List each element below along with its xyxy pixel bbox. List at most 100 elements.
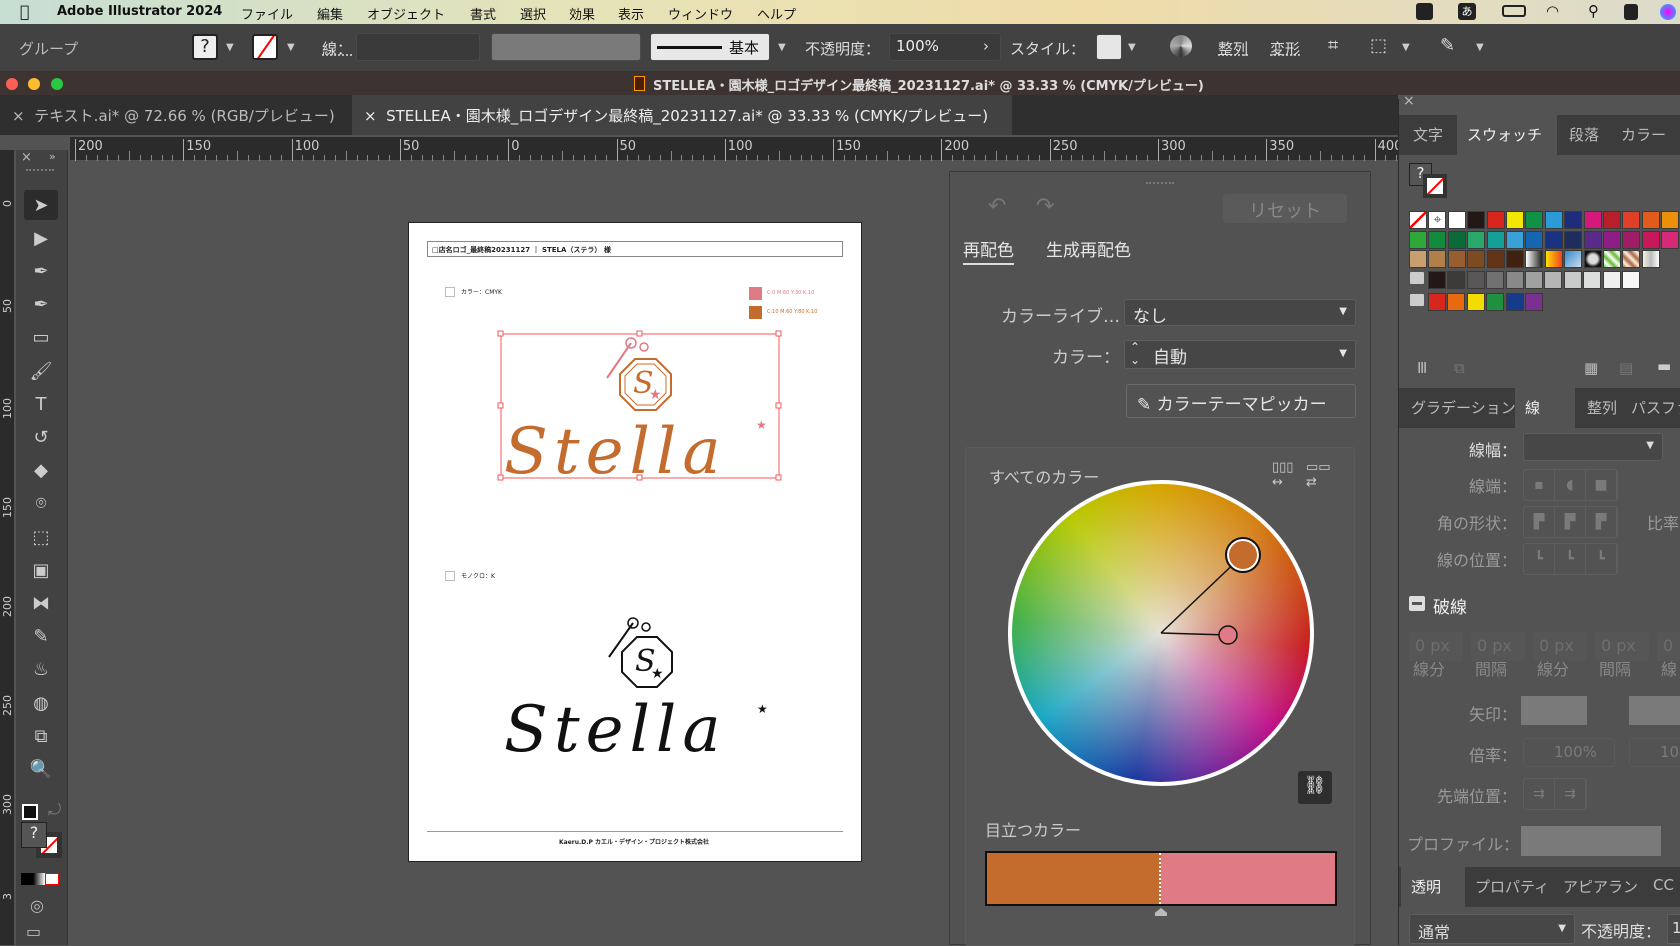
swatch-e25a1c[interactable] — [1641, 211, 1660, 229]
color-mode-buttons[interactable] — [21, 873, 59, 885]
swatch-2ea83a[interactable] — [1409, 230, 1427, 249]
swatch-e86a10[interactable] — [1447, 293, 1466, 311]
swatch-3aa0d8[interactable] — [1506, 230, 1524, 249]
swatch-9fa0a0[interactable] — [1525, 271, 1543, 289]
swatch-2a9bd8[interactable] — [1544, 211, 1563, 229]
vertical-ruler[interactable]: 0 50 100 150 200 250 300 3 — [0, 150, 14, 945]
mono-logo[interactable]: S ★ Stella ★ — [504, 617, 768, 767]
end-arrowhead-select[interactable] — [1629, 696, 1680, 725]
recolor-artwork-icon[interactable] — [1170, 35, 1192, 57]
show-swatch-kinds-icon[interactable]: ▦ — [1584, 359, 1598, 377]
app-menu[interactable]: Adobe Illustrator 2024 — [57, 4, 222, 19]
close-tab-icon[interactable]: × — [364, 107, 377, 125]
stroke-swatch[interactable] — [252, 34, 278, 60]
eyedropper-tool[interactable]: ✎ — [24, 622, 58, 652]
stroke-swatch-indicator[interactable] — [1423, 174, 1447, 198]
type-tool[interactable]: T — [24, 389, 58, 419]
siri-icon[interactable] — [1660, 4, 1676, 20]
curvature-tool[interactable]: ✒ — [24, 290, 58, 320]
zoom-tool[interactable]: 🔍 — [24, 754, 58, 784]
pink-color-handle[interactable] — [1218, 625, 1238, 645]
battery-icon[interactable] — [1502, 5, 1526, 17]
drawing-mode-icon[interactable]: ◎ — [30, 896, 44, 915]
swatch-options-icon[interactable]: ▤ — [1619, 359, 1633, 377]
swatch-119146[interactable] — [1525, 211, 1544, 229]
swatch-898989[interactable] — [1505, 271, 1524, 289]
stroke-weight-input[interactable]: ▼ — [1523, 433, 1663, 461]
swatch-b08048[interactable] — [1428, 250, 1447, 269]
artboard-tool[interactable]: ⧉ — [24, 721, 58, 751]
swatch-0a6a38[interactable] — [1447, 230, 1466, 249]
transparency-opacity-input[interactable]: 10 — [1667, 914, 1680, 944]
swatch-e04028[interactable] — [1622, 211, 1641, 229]
swatch-gradient-cream[interactable] — [1641, 250, 1660, 269]
gradient-tool[interactable]: ▣ — [24, 555, 58, 585]
tab-stroke[interactable]: 線 — [1515, 388, 1575, 428]
link-harmony-colors-icon[interactable]: ⛓ — [1298, 771, 1332, 804]
menu-edit[interactable]: 編集 — [317, 4, 343, 23]
swatch-pattern-blue[interactable] — [1564, 250, 1583, 269]
select-similar-icon[interactable]: ⬚ — [1370, 35, 1387, 56]
control-center-icon[interactable] — [1624, 4, 1638, 20]
edit-toolbar-icon[interactable]: ✎ — [1440, 35, 1455, 56]
eraser-tool[interactable]: ◆ — [24, 456, 58, 486]
align-button[interactable]: 整列 — [1218, 38, 1248, 59]
screen-mode-icon[interactable]: ▭ — [26, 922, 41, 941]
swatch-c8a070[interactable] — [1409, 250, 1427, 269]
chevron-down-icon[interactable]: ▼ — [1476, 42, 1484, 53]
chevron-down-icon[interactable]: ▼ — [1646, 440, 1654, 451]
swatch-b91f2b[interactable] — [1603, 211, 1621, 229]
horizontal-ruler[interactable]: 200 150 100 50 0 50 100 150 200 250 300 350 400 — [70, 137, 1474, 161]
swatch-1d2c7c[interactable] — [1564, 211, 1583, 229]
close-panel-icon[interactable]: × — [21, 150, 32, 165]
profile-select[interactable] — [1521, 826, 1661, 856]
chevron-down-icon[interactable]: ▼ — [1402, 42, 1410, 53]
graphic-style-swatch[interactable] — [1096, 34, 1122, 60]
swatch-1e9040[interactable] — [1486, 293, 1505, 311]
swatch-1466b0[interactable] — [1525, 230, 1544, 249]
orange-color-handle[interactable] — [1227, 539, 1259, 571]
expand-panel-icon[interactable]: » — [49, 150, 56, 163]
tab-text-document[interactable]: × テキスト.ai* @ 72.66 % (RGB/プレビュー) — [0, 95, 352, 135]
tab-stellea-document[interactable]: × STELLEA・園木様_ロゴデザイン最終稿_20231127.ai* @ 3… — [352, 95, 1012, 135]
swatch-pattern-green[interactable] — [1603, 250, 1621, 269]
menu-effect[interactable]: 効果 — [569, 4, 595, 23]
start-scale-input[interactable]: 100% — [1523, 738, 1615, 767]
minimize-window-button[interactable] — [28, 78, 40, 90]
swatch-registration[interactable]: ⌖ — [1428, 211, 1447, 229]
menu-help[interactable]: ヘルプ — [757, 4, 796, 23]
swatch-gradient-bw[interactable] — [1525, 250, 1544, 269]
puppet-warp-tool[interactable]: ⌾ — [24, 489, 58, 519]
zoom-window-button[interactable] — [51, 78, 63, 90]
swatch-f5e800[interactable] — [1506, 211, 1524, 229]
swatch-231815[interactable] — [1467, 211, 1486, 229]
swatch-libraries-icon[interactable]: Ⅲ — [1417, 359, 1427, 377]
tab-character[interactable]: 文字 — [1403, 115, 1453, 155]
chevron-right-icon[interactable]: › — [983, 37, 989, 55]
cap-buttons[interactable]: ▪ ◖ ■ — [1523, 469, 1618, 501]
swatch-985e30[interactable] — [1447, 250, 1466, 269]
corner-buttons[interactable]: ▛ ▛ ▛ — [1523, 506, 1618, 538]
swatch-f5dc00[interactable] — [1466, 293, 1485, 311]
swatch-f7f7f7[interactable] — [1622, 271, 1640, 289]
swatch-14a096[interactable] — [1486, 230, 1505, 249]
swatch-128c3c[interactable] — [1428, 230, 1447, 249]
align-stroke-buttons[interactable]: ┗ ┗ ┗ — [1523, 543, 1618, 575]
brush-definition-select[interactable]: 基本 — [650, 33, 770, 61]
spotlight-icon[interactable]: ⚲ — [1588, 2, 1599, 20]
swatch-7a3090[interactable] — [1525, 293, 1543, 311]
swatch-pattern-brown[interactable] — [1622, 250, 1641, 269]
swap-fill-stroke-icon[interactable]: ⤾ — [48, 800, 61, 820]
tab-pathfinder[interactable]: パスファ — [1621, 388, 1680, 428]
arrow-tip-buttons[interactable]: ⇉ ⇉ — [1523, 778, 1587, 810]
selection-tool[interactable]: ➤ — [24, 190, 58, 220]
free-transform-tool[interactable]: ⬚ — [24, 522, 58, 552]
chevron-down-icon[interactable]: ▼ — [1128, 42, 1136, 53]
menu-object[interactable]: オブジェクト — [367, 4, 445, 23]
blend-tool[interactable]: ⧓ — [24, 588, 58, 618]
tab-gradient[interactable]: グラデーション — [1401, 388, 1515, 428]
swatch-727171[interactable] — [1486, 271, 1505, 289]
dashed-line-checkbox[interactable] — [1409, 596, 1425, 611]
symbol-sprayer-tool[interactable]: ♨ — [24, 655, 58, 685]
swatch-8c1e86[interactable] — [1603, 230, 1621, 249]
